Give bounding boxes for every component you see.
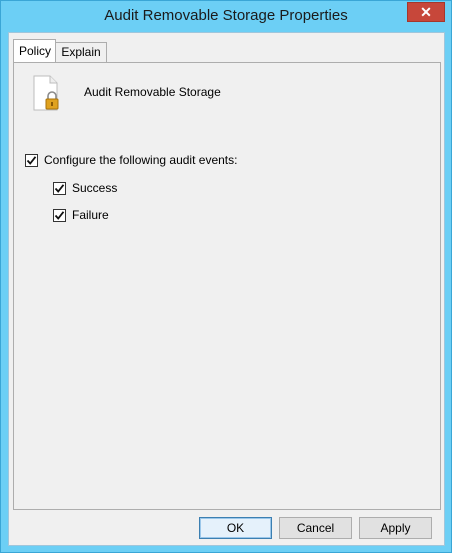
success-checkbox[interactable] (53, 181, 66, 195)
ok-button[interactable]: OK (199, 517, 272, 539)
dialog-client-area: Policy Explain Audit Removable Storage C… (8, 32, 445, 546)
document-lock-icon (31, 74, 61, 114)
cancel-button[interactable]: Cancel (279, 517, 352, 539)
close-icon: ✕ (420, 4, 432, 20)
failure-option[interactable]: Failure (53, 208, 109, 222)
success-option[interactable]: Success (53, 181, 117, 195)
window-title: Audit Removable Storage Properties (104, 7, 348, 24)
checkmark-icon (54, 183, 65, 193)
policy-name: Audit Removable Storage (84, 85, 221, 99)
apply-button[interactable]: Apply (359, 517, 432, 539)
configure-audit-events-label: Configure the following audit events: (44, 153, 238, 167)
configure-audit-events-checkbox[interactable] (25, 153, 38, 167)
title-bar[interactable]: Audit Removable Storage Properties ✕ (1, 1, 451, 32)
close-button[interactable]: ✕ (407, 2, 445, 22)
checkmark-icon (26, 155, 37, 165)
dialog-window: Audit Removable Storage Properties ✕ Pol… (0, 0, 452, 553)
failure-checkbox[interactable] (53, 208, 66, 222)
failure-label: Failure (72, 208, 109, 222)
success-label: Success (72, 181, 118, 195)
checkmark-icon (54, 210, 65, 220)
tab-explain[interactable]: Explain (56, 42, 107, 62)
tab-policy[interactable]: Policy (13, 39, 56, 62)
policy-tab-panel: Audit Removable Storage Configure the fo… (13, 62, 441, 510)
configure-audit-events-option[interactable]: Configure the following audit events: (25, 153, 237, 167)
